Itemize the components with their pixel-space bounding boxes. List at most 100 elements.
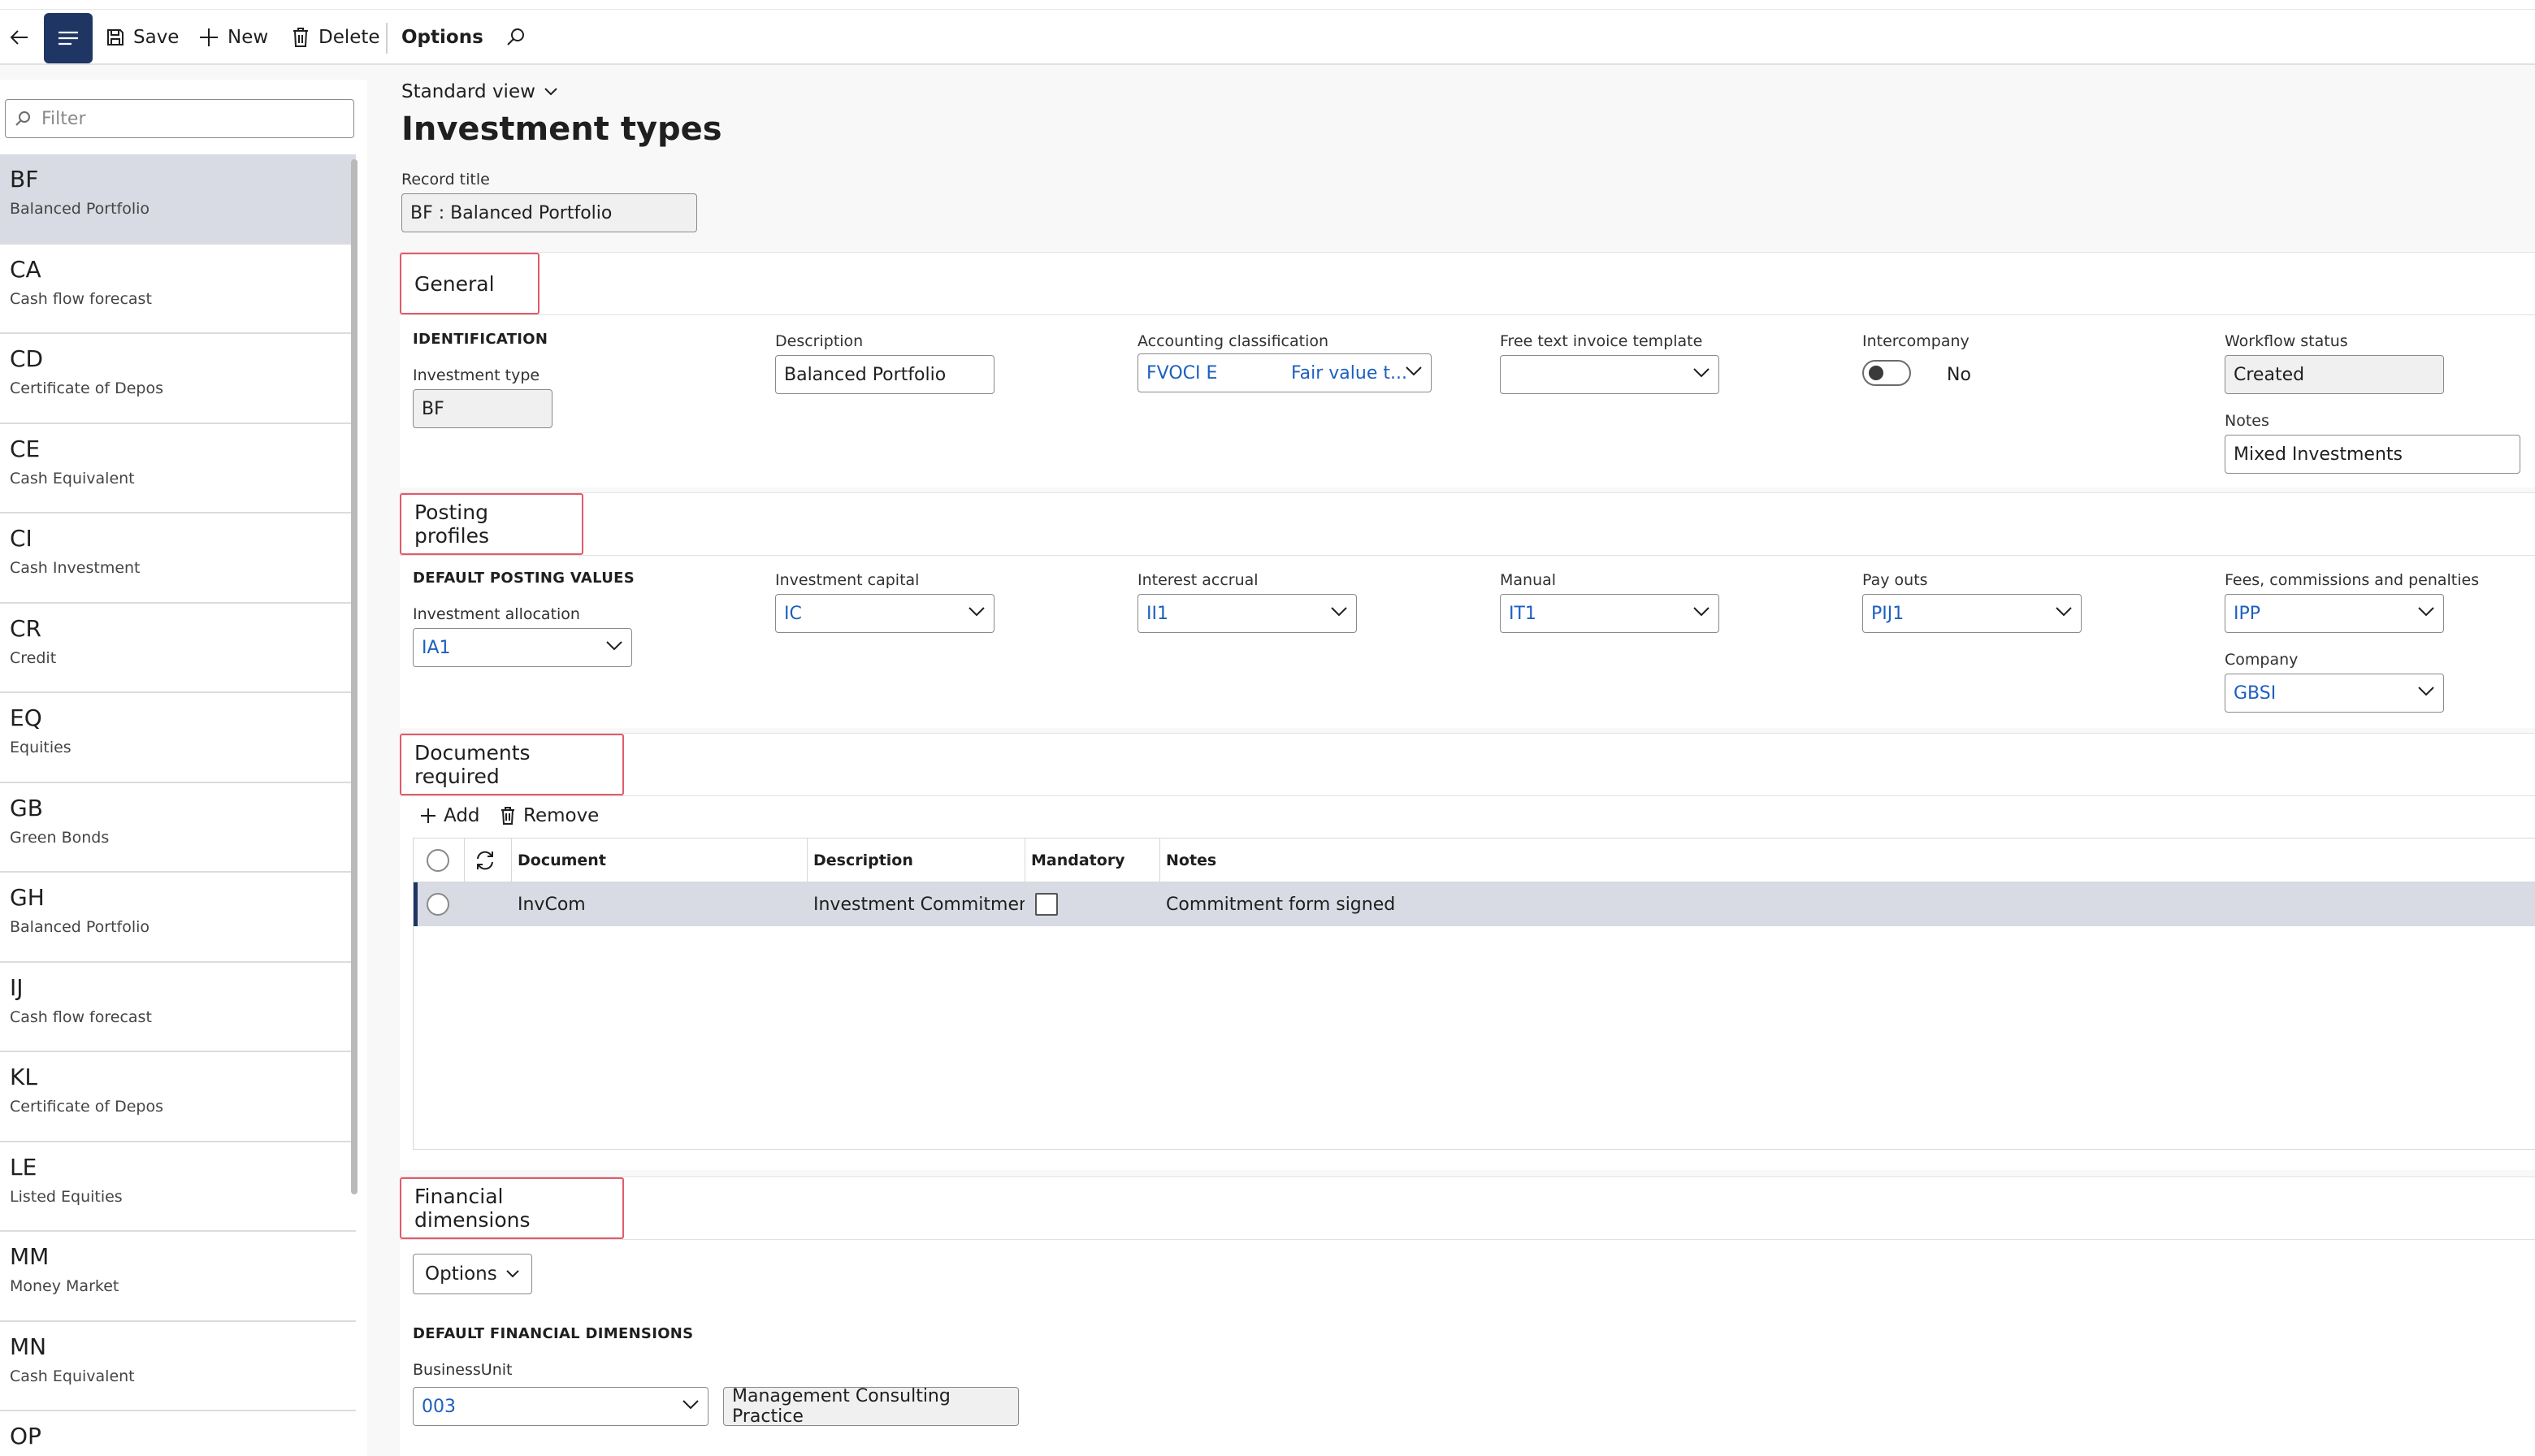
- manual-label: Manual: [1500, 571, 1557, 589]
- mandatory-cell[interactable]: [1029, 882, 1159, 926]
- save-icon: [107, 29, 124, 46]
- table-row[interactable]: InvCom Investment Commitmen Commitment f…: [414, 882, 2535, 926]
- intercompany-toggle[interactable]: [1862, 360, 1911, 386]
- list-item[interactable]: CD Certificate of Depos: [0, 334, 356, 424]
- list-item-name: Equities: [10, 739, 72, 756]
- list-item[interactable]: OP: [0, 1411, 356, 1456]
- list-item-name: Green Bonds: [10, 828, 110, 847]
- pay-outs-label: Pay outs: [1862, 571, 1928, 589]
- mandatory-checkbox[interactable]: [1035, 893, 1058, 916]
- column-header-document[interactable]: Document: [511, 838, 807, 882]
- investment-capital-select[interactable]: IC: [775, 594, 994, 633]
- financial-dimensions-section: Financial dimensions Options DEFAULT FIN…: [400, 1176, 2535, 1456]
- general-section-header[interactable]: General: [400, 253, 540, 314]
- documents-grid: Document Description Mandatory Notes Inv…: [413, 838, 2535, 1150]
- pay-outs-value: PIJ1: [1871, 603, 1904, 624]
- options-menu[interactable]: Options: [401, 10, 483, 65]
- chevron-down-icon: [2418, 687, 2434, 696]
- save-label: Save: [133, 27, 180, 48]
- list-item[interactable]: CI Cash Investment: [0, 514, 356, 604]
- record-list: BF Balanced Portfolio CA Cash flow forecas…: [0, 154, 356, 1456]
- filter-input[interactable]: [40, 107, 332, 130]
- column-header-notes[interactable]: Notes: [1159, 838, 1647, 882]
- financial-dimensions-section-header[interactable]: Financial dimensions: [400, 1177, 624, 1239]
- column-header-description[interactable]: Description: [807, 838, 1025, 882]
- notes-cell[interactable]: Commitment form signed: [1159, 882, 1647, 926]
- list-item-name: Balanced Portfolio: [10, 200, 150, 218]
- filter-box[interactable]: [5, 99, 354, 138]
- save-button[interactable]: Save: [106, 10, 179, 65]
- toggle-knob: [1869, 366, 1883, 380]
- new-button[interactable]: New: [198, 10, 268, 65]
- financial-options-button[interactable]: Options: [413, 1254, 532, 1294]
- list-item[interactable]: KL Certificate of Depos: [0, 1052, 356, 1142]
- investment-capital-value: IC: [784, 603, 802, 624]
- action-pane: Save New Delete Options: [0, 10, 2535, 65]
- investment-allocation-value: IA1: [422, 637, 451, 658]
- refresh-cell[interactable]: [467, 838, 513, 882]
- list-item-code: BF: [10, 166, 39, 193]
- intercompany-value: No: [1947, 365, 1971, 385]
- description-input[interactable]: Balanced Portfolio: [775, 355, 994, 394]
- view-selector-label: Standard view: [401, 81, 535, 102]
- list-item[interactable]: GB Green Bonds: [0, 782, 356, 873]
- column-header-mandatory[interactable]: Mandatory: [1025, 838, 1159, 882]
- view-selector[interactable]: Standard view: [401, 81, 558, 102]
- investment-allocation-select[interactable]: IA1: [413, 628, 632, 667]
- company-select[interactable]: GBSI: [2225, 674, 2444, 713]
- navigation-menu-button[interactable]: [44, 13, 93, 63]
- list-item[interactable]: IJ Cash flow forecast: [0, 962, 356, 1052]
- free-text-template-select[interactable]: [1500, 355, 1719, 394]
- workflow-status-field: Created: [2225, 355, 2444, 394]
- list-item[interactable]: BF Balanced Portfolio: [0, 154, 356, 245]
- search-button[interactable]: [505, 10, 526, 65]
- add-document-button[interactable]: Add: [419, 805, 480, 826]
- accounting-classification-select[interactable]: FVOCI E Fair value t...: [1138, 353, 1432, 392]
- posting-profiles-section-header[interactable]: Posting profiles: [400, 493, 583, 555]
- chevron-down-icon: [2418, 607, 2434, 617]
- description-label: Description: [775, 332, 864, 350]
- list-item[interactable]: LE Listed Equities: [0, 1142, 356, 1232]
- list-item[interactable]: GH Balanced Portfolio: [0, 873, 356, 963]
- description-cell[interactable]: Investment Commitmen: [807, 882, 1025, 926]
- list-item[interactable]: MN Cash Equivalent: [0, 1321, 356, 1411]
- list-item-code: KL: [10, 1064, 37, 1090]
- manual-select[interactable]: IT1: [1500, 594, 1719, 633]
- list-item-name: Cash Investment: [10, 559, 141, 577]
- business-unit-select[interactable]: 003: [413, 1387, 708, 1426]
- list-item-name: Cash flow forecast: [10, 289, 152, 308]
- fees-commissions-select[interactable]: IPP: [2225, 594, 2444, 633]
- chevron-down-icon: [1406, 366, 1422, 376]
- row-select-cell[interactable]: [420, 882, 456, 926]
- list-item-code: MN: [10, 1332, 47, 1360]
- record-title-field: BF : Balanced Portfolio: [401, 193, 697, 232]
- list-item[interactable]: MM Money Market: [0, 1232, 356, 1322]
- toolbar-separator: [386, 23, 388, 54]
- list-item[interactable]: CA Cash flow forecast: [0, 244, 356, 334]
- options-label: Options: [401, 27, 483, 48]
- list-item-code: CA: [10, 255, 41, 283]
- notes-value: Mixed Investments: [2234, 444, 2403, 465]
- list-item-code: MM: [10, 1243, 50, 1270]
- pay-outs-select[interactable]: PIJ1: [1862, 594, 2082, 633]
- row-select-radio[interactable]: [427, 893, 449, 916]
- list-item[interactable]: EQ Equities: [0, 693, 356, 783]
- document-cell[interactable]: InvCom: [511, 882, 804, 926]
- financial-options-label: Options: [425, 1263, 497, 1285]
- accounting-classification-label: Accounting classification: [1138, 332, 1329, 350]
- documents-required-section: Documents required Add Remove Document D…: [400, 733, 2535, 1170]
- documents-required-section-header[interactable]: Documents required: [400, 734, 624, 795]
- remove-document-button[interactable]: Remove: [499, 805, 599, 826]
- list-item[interactable]: CR Credit: [0, 603, 356, 693]
- select-all-radio[interactable]: [427, 849, 449, 872]
- interest-accrual-select[interactable]: II1: [1138, 594, 1357, 633]
- delete-button[interactable]: Delete: [291, 10, 380, 65]
- list-scrollbar[interactable]: [351, 159, 358, 1194]
- notes-input[interactable]: Mixed Investments: [2225, 435, 2520, 474]
- add-document-label: Add: [444, 805, 480, 826]
- back-button[interactable]: [8, 10, 31, 65]
- posting-profiles-section: Posting profiles DEFAULT POSTING VALUES …: [400, 492, 2535, 728]
- list-item[interactable]: CE Cash Equivalent: [0, 423, 356, 514]
- general-heading: General: [414, 271, 495, 296]
- select-all-cell[interactable]: [420, 838, 456, 882]
